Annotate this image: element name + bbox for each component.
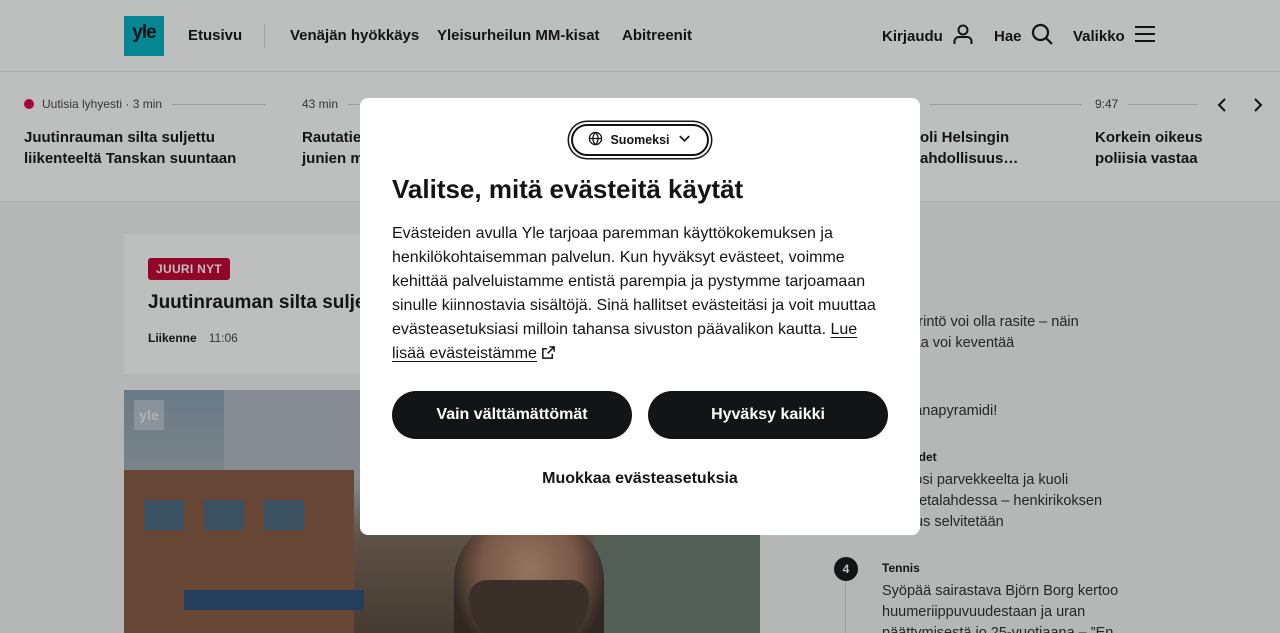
cookie-consent-dialog: Suomeksi Valitse, mitä evästeitä käytät … <box>360 98 920 535</box>
dialog-text: Evästeiden avulla Yle tarjoaa paremman k… <box>392 225 876 338</box>
language-label: Suomeksi <box>610 133 670 147</box>
globe-icon <box>588 131 603 149</box>
language-selector[interactable]: Suomeksi <box>571 124 709 156</box>
necessary-only-button[interactable]: Vain välttämättömät <box>392 391 632 439</box>
external-link-icon <box>541 344 556 359</box>
dialog-title: Valitse, mitä evästeitä käytät <box>392 174 744 204</box>
accept-all-button[interactable]: Hyväksy kaikki <box>648 391 888 439</box>
dialog-body: Evästeiden avulla Yle tarjoaa paremman k… <box>392 222 892 366</box>
customize-settings-button[interactable]: Muokkaa evästeasetuksia <box>500 464 780 494</box>
chevron-down-icon <box>677 131 692 149</box>
